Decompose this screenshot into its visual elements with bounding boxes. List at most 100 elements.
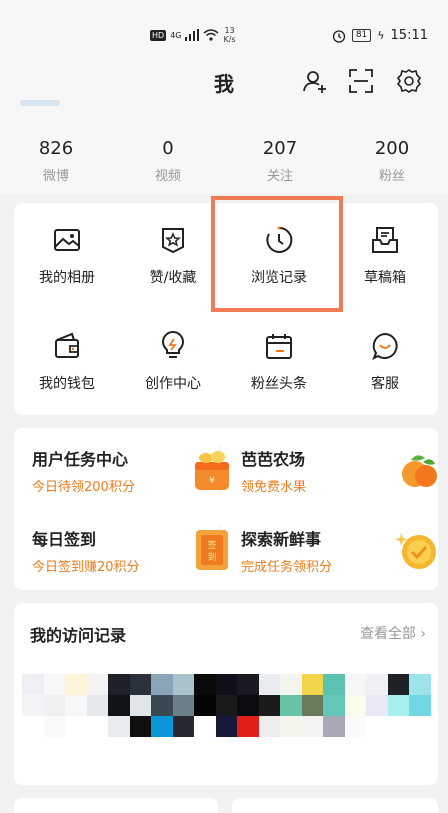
mosaic-cell [344,716,366,737]
stat-video-num: 0 [162,138,174,159]
mosaic-cell [237,716,259,737]
status-bar: HD 4G 13 K/s 81 ϟ 15:11 [0,0,448,58]
stat-following-num: 207 [262,138,298,159]
bottom-card-left[interactable] [14,798,218,813]
mosaic-cell [280,716,302,737]
grid-item-fans-headline[interactable]: 粉丝头条 [226,309,332,415]
mosaic-cell [301,674,323,695]
wallet-icon [55,332,79,358]
mosaic-cell [86,674,108,695]
mosaic-cell [344,695,366,716]
svg-text:签: 签 [207,539,216,551]
mosaic-cell [366,716,388,737]
mosaic-cell [194,695,216,716]
mosaic-cell [108,716,130,737]
mosaic-cell [215,695,237,716]
mosaic-cell [409,674,431,695]
mosaic-cell [65,716,87,737]
mosaic-cell [151,716,173,737]
mosaic-cell [366,695,388,716]
bottom-card-right[interactable] [232,798,438,813]
drafts-icon [372,227,398,253]
mosaic-cell [387,716,409,737]
settings-icon[interactable] [396,68,422,94]
mosaic-cell [22,695,44,716]
task-explore-sub: 完成任务领积分 [241,559,333,575]
mosaic-cell [280,695,302,716]
mosaic-cell [108,674,130,695]
svg-text:¥: ¥ [209,476,215,486]
mosaic-cell [43,695,65,716]
battery-level: 81 [351,29,372,42]
mosaic-cell [237,674,259,695]
mosaic-cell [323,695,345,716]
stat-fans[interactable]: 200 粉丝 [336,110,448,194]
signin-envelope-icon: 签到 [196,530,228,570]
task-user-center[interactable]: 用户任务中心 今日待领200积分 ¥ [32,440,232,500]
stat-weibo-num: 826 [38,138,74,159]
grid-label-fans-headline: 粉丝头条 [251,376,307,392]
visit-record-title: 我的访问记录 [30,626,127,645]
check-coin-icon [395,533,436,569]
task-farm[interactable]: 芭芭农场 领免费水果 [241,440,441,500]
mosaic-cell [65,674,87,695]
mosaic-cell [65,695,87,716]
status-center: HD 4G 13 K/s [150,26,236,44]
stat-fans-label: 粉丝 [378,169,405,184]
mosaic-cell [301,695,323,716]
task-daily-signin[interactable]: 每日签到今日签到赚20积分 签到 [32,520,232,580]
grid-item-drafts[interactable]: 草稿箱 [332,203,438,309]
mosaic-cell [409,695,431,716]
grid-label-album: 我的相册 [39,270,95,286]
task-daily-signin-sub: 今日签到赚20积分 [32,559,140,575]
mosaic-cell [43,674,65,695]
mosaic-cell [387,674,409,695]
scan-icon[interactable] [348,68,374,94]
view-all-link[interactable]: 查看全部 › [360,623,426,643]
task-daily-signin-title: 每日签到 [32,529,97,549]
hd-badge: HD [150,29,167,41]
network-label: 4G [170,30,182,40]
mosaic-cell [323,674,345,695]
mosaic-cell [43,716,65,737]
speed-unit: K/s [223,35,236,44]
mosaic-cell [172,674,194,695]
speed-value: 13 [224,26,235,35]
page-header: 我 [0,58,448,110]
mosaic-cell [366,674,388,695]
charging-icon: ϟ [377,29,385,42]
grid-label-creator: 创作中心 [145,376,201,392]
stat-weibo[interactable]: 826 微博 [0,110,112,194]
stat-video[interactable]: 0 视频 [112,110,224,194]
creator-bulb-icon [161,331,185,358]
mosaic-cell [108,695,130,716]
mosaic-cell [280,674,302,695]
mosaic-cell [194,716,216,737]
stat-weibo-label: 微博 [42,169,69,184]
signal-icon [185,29,200,41]
mosaic-cell [323,716,345,737]
wifi-icon [203,29,219,41]
mosaic-cell [172,695,194,716]
task-explore[interactable]: 探索新鲜事完成任务领积分 [241,520,441,580]
svg-text:到: 到 [207,551,216,563]
mosaic-cell [301,716,323,737]
alarm-icon [332,29,345,43]
grid-item-creator[interactable]: 创作中心 [120,309,226,415]
stat-following[interactable]: 207 关注 [224,110,336,194]
task-explore-title: 探索新鲜事 [241,529,322,549]
mosaic-cell [387,695,409,716]
add-friend-icon[interactable] [302,68,328,94]
mosaic-cell [86,695,108,716]
profile-name-blurred [20,100,60,106]
grid-item-album[interactable]: 我的相册 [14,203,120,309]
grid-item-customer-service[interactable]: 客服 [332,309,438,415]
mosaic-cell [215,674,237,695]
mosaic-cell [194,674,216,695]
mosaic-cell [151,695,173,716]
grid-item-wallet[interactable]: 我的钱包 [14,309,120,415]
album-icon [54,229,80,251]
page-title: 我 [214,72,234,96]
mosaic-cell [215,716,237,737]
grid-label-favorite: 赞/收藏 [149,270,197,286]
